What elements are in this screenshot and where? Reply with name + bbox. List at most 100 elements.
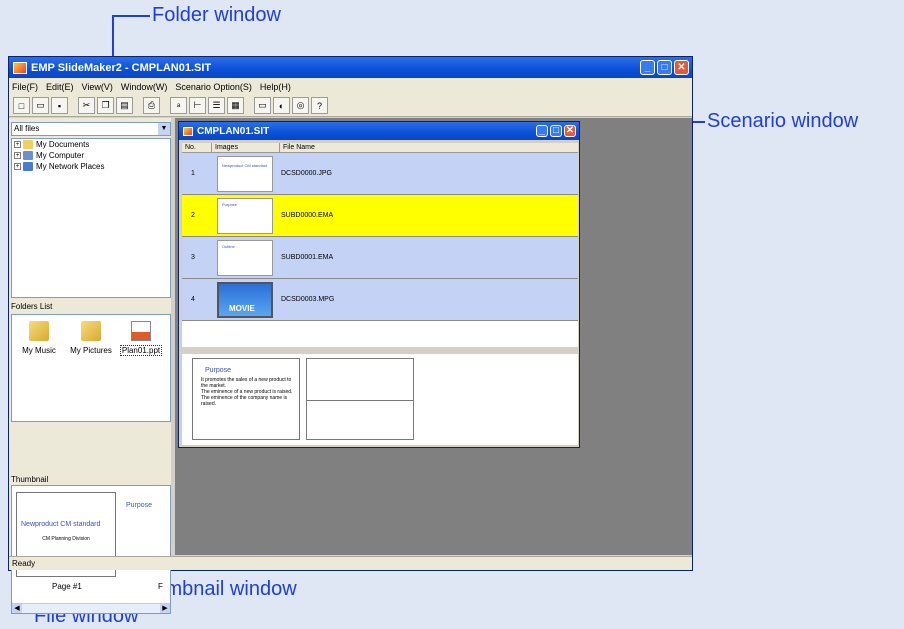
- row-no: 2: [191, 212, 195, 219]
- preview-empty-slot: [306, 358, 414, 440]
- web-icon[interactable]: ◎: [292, 97, 309, 114]
- thumb-slide-title: Newproduct CM standard: [21, 521, 101, 528]
- file-window: My Music My Pictures Plan01.ppt: [11, 314, 171, 422]
- table-row[interactable]: 3 Outline SUBD0001.EMA: [182, 237, 578, 279]
- row-thumbnail: Purpose: [217, 197, 273, 234]
- preview-bullet-3: The eminence of the company name is rais…: [201, 395, 288, 407]
- row-file-name: SUBD0001.EMA: [281, 254, 334, 261]
- scenario-preview: Purpose It promotes the sales of a new p…: [182, 354, 578, 445]
- thumb-slide-title: Purpose: [126, 502, 153, 509]
- tree-icon[interactable]: ⊢: [189, 97, 206, 114]
- table-row[interactable]: 2 Purpose SUBD0000.EMA: [182, 195, 578, 237]
- text-icon[interactable]: ᵃ: [170, 97, 187, 114]
- scenario-title: CMPLAN01.SIT: [197, 125, 270, 137]
- maximize-button[interactable]: □: [657, 60, 672, 75]
- callout-folder-window: Folder window: [152, 4, 281, 26]
- tree-item-my-computer[interactable]: + My Computer: [12, 150, 170, 161]
- preview-title: Purpose: [205, 367, 232, 374]
- list-icon[interactable]: ☰: [208, 97, 225, 114]
- left-pane: All files ▼ + My Documents + My Computer…: [9, 118, 171, 614]
- scroll-right-icon[interactable]: ▶: [160, 604, 170, 613]
- row-file-name: DCSD0003.MPG: [281, 296, 335, 303]
- folder-tree: + My Documents + My Computer + My Networ…: [11, 138, 171, 298]
- run-icon[interactable]: ◐: [273, 97, 290, 114]
- thumbnail-caption-1: Page #1: [52, 582, 82, 591]
- network-icon: [23, 162, 33, 171]
- expand-icon[interactable]: +: [14, 141, 21, 148]
- scenario-minimize-button[interactable]: _: [536, 125, 548, 137]
- tree-item-label: My Network Places: [36, 162, 105, 171]
- grid-header: No. Images File Name: [182, 143, 578, 153]
- tree-item-label: My Documents: [36, 140, 90, 149]
- tree-item-my-network-places[interactable]: + My Network Places: [12, 161, 170, 172]
- close-button[interactable]: ✕: [674, 60, 689, 75]
- row-thumbnail: Newproduct CM standard: [217, 155, 273, 192]
- status-text: Ready: [12, 559, 36, 568]
- row-file-name: SUBD0000.EMA: [281, 212, 334, 219]
- preview-slide[interactable]: Purpose It promotes the sales of a new p…: [192, 358, 300, 440]
- table-row[interactable]: 1 Newproduct CM standard DCSD0000.JPG: [182, 153, 578, 195]
- thumbnail-scrollbar[interactable]: ◀ ▶: [12, 603, 170, 613]
- grid-icon[interactable]: ▦: [227, 97, 244, 114]
- toolbar: □ ▭ ▪ ✂ ❐ ▤ ⎙ ᵃ ⊢ ☰ ▦ ▭ ◐ ◎ ?: [9, 95, 692, 117]
- file-item-plan01[interactable]: Plan01.ppt: [116, 315, 166, 356]
- cut-icon[interactable]: ✂: [78, 97, 95, 114]
- monitor-icon[interactable]: ▭: [254, 97, 271, 114]
- save-icon[interactable]: ▪: [51, 97, 68, 114]
- help-icon[interactable]: ?: [311, 97, 328, 114]
- scroll-left-icon[interactable]: ◀: [12, 604, 22, 613]
- minimize-button[interactable]: _: [640, 60, 655, 75]
- menu-file[interactable]: File(F): [12, 82, 38, 92]
- scenario-window: CMPLAN01.SIT _ □ ✕ No. Images File Name …: [178, 121, 580, 448]
- copy-icon[interactable]: ❐: [97, 97, 114, 114]
- row-no: 3: [191, 254, 195, 261]
- scenario-icon: [183, 126, 193, 136]
- column-file-name[interactable]: File Name: [280, 143, 576, 152]
- print-icon[interactable]: ⎙: [143, 97, 160, 114]
- movie-thumbnail: MOVIE: [217, 281, 273, 318]
- file-item-my-pictures[interactable]: My Pictures: [66, 315, 116, 355]
- folder-filter-select[interactable]: All files ▼: [11, 122, 171, 136]
- thumbnail-window: Newproduct CM standard CM Planning Divis…: [11, 485, 171, 614]
- thumbnail-label: Thumbnail: [11, 475, 49, 484]
- scenario-titlebar: CMPLAN01.SIT _ □ ✕: [179, 122, 579, 140]
- app-title: EMP SlideMaker2 - CMPLAN01.SIT: [31, 61, 212, 74]
- new-icon[interactable]: □: [13, 97, 30, 114]
- menu-scenario-option[interactable]: Scenario Option(S): [175, 82, 252, 92]
- open-icon[interactable]: ▭: [32, 97, 49, 114]
- expand-icon[interactable]: +: [14, 152, 21, 159]
- pictures-folder-icon: [81, 321, 101, 341]
- folder-icon: [23, 140, 33, 149]
- expand-icon[interactable]: +: [14, 163, 21, 170]
- scenario-maximize-button[interactable]: □: [550, 125, 562, 137]
- computer-icon: [23, 151, 33, 160]
- row-no: 1: [191, 170, 195, 177]
- menu-help[interactable]: Help(H): [260, 82, 291, 92]
- app-icon: [13, 61, 27, 74]
- mdi-area: CMPLAN01.SIT _ □ ✕ No. Images File Name …: [175, 118, 692, 555]
- tree-item-label: My Computer: [36, 151, 85, 160]
- menu-window[interactable]: Window(W): [121, 82, 168, 92]
- column-no[interactable]: No.: [182, 143, 212, 152]
- row-thumbnail: Outline: [217, 239, 273, 276]
- scenario-grid: No. Images File Name 1 Newproduct CM sta…: [182, 143, 578, 347]
- preview-bullet-1: It promotes the sales of a new product t…: [201, 377, 292, 389]
- row-file-name: DCSD0000.JPG: [281, 170, 332, 177]
- tree-item-my-documents[interactable]: + My Documents: [12, 139, 170, 150]
- column-images[interactable]: Images: [212, 143, 280, 152]
- scenario-close-button[interactable]: ✕: [564, 125, 576, 137]
- table-row[interactable]: 4 MOVIE DCSD0003.MPG: [182, 279, 578, 321]
- menu-edit[interactable]: Edit(E): [46, 82, 74, 92]
- paste-icon[interactable]: ▤: [116, 97, 133, 114]
- menu-bar: File(F) Edit(E) View(V) Window(W) Scenar…: [9, 78, 692, 95]
- music-folder-icon: [29, 321, 49, 341]
- thumbnail-caption-2: F: [158, 582, 163, 591]
- folder-filter-value: All files: [14, 124, 40, 133]
- thumb-slide-subtitle: CM Planning Division: [42, 536, 90, 542]
- chevron-down-icon[interactable]: ▼: [158, 123, 170, 135]
- powerpoint-file-icon: [131, 321, 151, 341]
- file-item-my-music[interactable]: My Music: [14, 315, 64, 355]
- menu-view[interactable]: View(V): [82, 82, 113, 92]
- app-window: EMP SlideMaker2 - CMPLAN01.SIT _ □ ✕ Fil…: [8, 56, 693, 614]
- callout-scenario-window: Scenario window: [707, 110, 859, 132]
